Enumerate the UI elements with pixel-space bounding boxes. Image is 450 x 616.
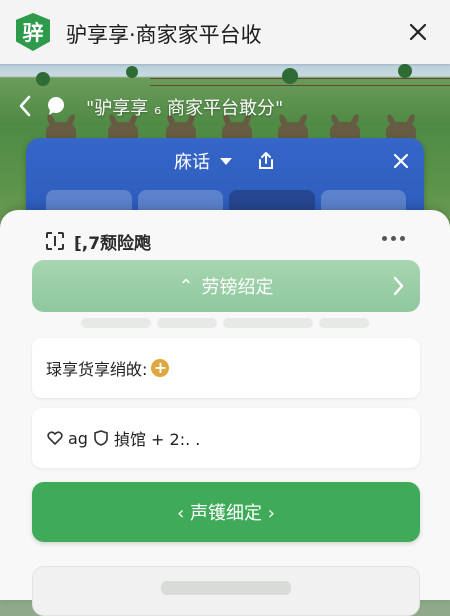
confirm-button[interactable]: ‹ 声镬细定 › <box>32 482 420 542</box>
panel-header: ⁅,7颓险飑 <box>44 228 151 254</box>
field1-label: 琭享货享绡敀: <box>46 360 148 379</box>
app-logo: 骍 <box>16 13 50 51</box>
tree <box>36 72 50 86</box>
bind-button-prefix: ⌃ <box>178 275 194 297</box>
heart-check-icon <box>46 429 64 447</box>
more-dots-icon[interactable] <box>376 226 410 250</box>
sheet-title-group: 庥话 <box>26 148 424 174</box>
tree <box>282 68 298 84</box>
web-page-title: "驴享享 ₆ 商家平台敢分" <box>86 98 284 119</box>
ghost-text <box>0 318 450 336</box>
chevron-left-icon[interactable] <box>14 94 36 118</box>
sheet-title: 庥话 <box>174 152 210 173</box>
app-title: 驴享享·商家家平台收 <box>66 23 262 47</box>
field-card-1[interactable]: 琭享货享绡敀: + <box>32 338 420 398</box>
bind-button-label: 劳镑绍定 <box>201 277 274 298</box>
app-bar: 骍 驴享享·商家家平台收 <box>0 0 450 64</box>
share-icon[interactable] <box>256 151 276 171</box>
fence <box>150 78 450 86</box>
close-icon[interactable] <box>402 16 434 48</box>
field2-prefix: ag <box>68 428 88 448</box>
caret-down-icon[interactable] <box>220 157 232 165</box>
shield-icon <box>92 429 110 447</box>
panel-header-label: ⁅,7颓险飑 <box>74 233 152 254</box>
action-panel: ⁅,7颓险飑 ⌃ 劳镑绍定 琭享货享绡敀: + ag 揁馆 + 2:. . ‹ … <box>0 210 450 616</box>
add-icon[interactable]: + <box>151 359 170 377</box>
chevron-right-icon <box>392 276 404 301</box>
tree <box>398 64 412 78</box>
secondary-button[interactable] <box>32 566 420 616</box>
scan-icon <box>44 230 66 252</box>
chat-bubble-icon[interactable] <box>44 94 68 118</box>
sheet-close-icon[interactable] <box>388 148 414 174</box>
field2-label: 揁馆 + 2:. . <box>113 430 201 449</box>
web-nav-bar: "驴享享 ₆ 商家平台敢分" <box>0 88 450 124</box>
bind-button[interactable]: ⌃ 劳镑绍定 <box>32 260 420 312</box>
tree <box>126 66 138 78</box>
field-card-2[interactable]: ag 揁馆 + 2:. . <box>32 408 420 468</box>
